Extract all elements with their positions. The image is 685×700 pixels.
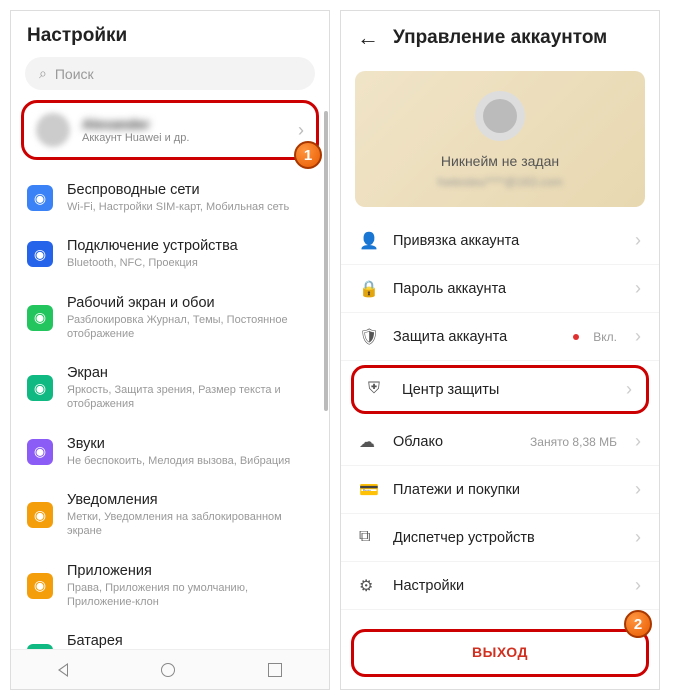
chevron-right-icon: › bbox=[635, 230, 641, 251]
list-item[interactable]: 💳 Платежи и покупки › bbox=[341, 466, 659, 514]
email-label: hwtesteu****@163.com bbox=[355, 175, 645, 189]
settings-row[interactable]: ◉ Беспроводные сети Wi-Fi, Настройки SIM… bbox=[11, 170, 329, 226]
chevron-right-icon: › bbox=[626, 379, 632, 400]
wifi-icon: ◉ bbox=[27, 185, 53, 211]
sound-icon: ◉ bbox=[27, 439, 53, 465]
list-item[interactable]: ⧉ Диспетчер устройств › bbox=[341, 514, 659, 562]
list-item[interactable]: 🔒 Пароль аккаунта › bbox=[341, 265, 659, 313]
row-label: Пароль аккаунта bbox=[393, 281, 621, 297]
chevron-right-icon: › bbox=[635, 326, 641, 347]
chevron-right-icon: › bbox=[635, 527, 641, 548]
device-icon: ◉ bbox=[27, 241, 53, 267]
row-label: Настройки bbox=[393, 578, 621, 594]
settings-row[interactable]: ◉ Экран Яркость, Защита зрения, Размер т… bbox=[11, 353, 329, 424]
account-management-panel: ← Управление аккаунтом Никнейм не задан … bbox=[340, 10, 660, 690]
search-input[interactable]: ⌕ Поиск bbox=[25, 57, 315, 90]
list-item[interactable]: ☁ Облако Занято 8,38 МБ › bbox=[341, 418, 659, 466]
settings-row[interactable]: ◉ Подключение устройства Bluetooth, NFC,… bbox=[11, 226, 329, 282]
row-label: Центр защиты bbox=[402, 382, 612, 398]
avatar bbox=[475, 91, 525, 141]
settings-row[interactable]: ◉ Уведомления Метки, Уведомления на забл… bbox=[11, 480, 329, 551]
alert-dot-icon bbox=[573, 334, 579, 340]
scrollbar[interactable] bbox=[324, 111, 328, 411]
settings-row[interactable]: ◉ Рабочий экран и обои Разблокировка Жур… bbox=[11, 283, 329, 354]
account-row[interactable]: Alexander Аккаунт Huawei и др. › 1 bbox=[21, 100, 319, 160]
list-item[interactable]: ⚙ Настройки › bbox=[341, 562, 659, 610]
row-sub: Яркость, Защита зрения, Размер текста и … bbox=[67, 383, 313, 412]
row-title: Приложения bbox=[67, 563, 313, 579]
row-icon: ⛨ bbox=[368, 380, 388, 400]
nickname-label: Никнейм не задан bbox=[355, 153, 645, 169]
row-label: Облако bbox=[393, 434, 516, 450]
row-label: Защита аккаунта bbox=[393, 329, 555, 345]
row-sub: Не беспокоить, Мелодия вызова, Вибрация bbox=[67, 454, 313, 468]
row-sub: Bluetooth, NFC, Проекция bbox=[67, 256, 313, 270]
logout-label: ВЫХОД bbox=[472, 644, 528, 660]
row-icon: ⧉ bbox=[359, 528, 379, 548]
row-title: Экран bbox=[67, 365, 313, 381]
account-sub: Аккаунт Huawei и др. bbox=[82, 132, 189, 144]
logout-button[interactable]: ВЫХОД 2 bbox=[351, 629, 649, 677]
back-icon[interactable]: ← bbox=[357, 25, 379, 51]
home-icon: ◉ bbox=[27, 305, 53, 331]
row-icon: ⚙ bbox=[359, 576, 379, 596]
row-icon: 👤 bbox=[359, 231, 379, 251]
row-icon: ☁ bbox=[359, 432, 379, 452]
row-title: Батарея bbox=[67, 633, 313, 649]
row-label: Привязка аккаунта bbox=[393, 233, 621, 249]
list-item[interactable]: 🛡 Защита аккаунта Вкл. › bbox=[341, 313, 659, 361]
chevron-right-icon: › bbox=[635, 278, 641, 299]
row-icon: 🛡 bbox=[359, 327, 379, 347]
page-title: Настройки bbox=[11, 11, 329, 57]
settings-row[interactable]: ◉ Звуки Не беспокоить, Мелодия вызова, В… bbox=[11, 424, 329, 480]
step-badge-2: 2 bbox=[624, 610, 652, 638]
row-title: Подключение устройства bbox=[67, 238, 313, 254]
step-badge-1: 1 bbox=[294, 141, 322, 169]
row-label: Диспетчер устройств bbox=[393, 530, 621, 546]
nav-recent-icon[interactable] bbox=[268, 663, 282, 677]
row-title: Звуки bbox=[67, 436, 313, 452]
row-sub: Wi-Fi, Настройки SIM-карт, Мобильная сет… bbox=[67, 200, 313, 214]
settings-row[interactable]: ◉ Приложения Права, Приложения по умолча… bbox=[11, 551, 329, 622]
nav-back-icon[interactable] bbox=[58, 663, 68, 677]
security-center-highlight: ⛨ Центр защиты › bbox=[351, 365, 649, 414]
row-title: Беспроводные сети bbox=[67, 182, 313, 198]
row-sub: Права, Приложения по умолчанию, Приложен… bbox=[67, 581, 313, 610]
search-placeholder: Поиск bbox=[55, 66, 94, 82]
apps-icon: ◉ bbox=[27, 573, 53, 599]
chevron-right-icon: › bbox=[298, 120, 304, 141]
bell-icon: ◉ bbox=[27, 502, 53, 528]
nav-home-icon[interactable] bbox=[161, 663, 175, 677]
search-icon: ⌕ bbox=[39, 65, 47, 82]
list-item[interactable]: ⛨ Центр защиты › bbox=[354, 368, 646, 411]
row-sub: Метки, Уведомления на заблокированном эк… bbox=[67, 510, 313, 539]
list-item[interactable]: 👤 Привязка аккаунта › bbox=[341, 217, 659, 265]
nav-bar bbox=[11, 649, 329, 689]
row-title: Уведомления bbox=[67, 492, 313, 508]
row-label: Платежи и покупки bbox=[393, 482, 621, 498]
settings-panel: Настройки ⌕ Поиск Alexander Аккаунт Huaw… bbox=[10, 10, 330, 690]
row-icon: 🔒 bbox=[359, 279, 379, 299]
chevron-right-icon: › bbox=[635, 575, 641, 596]
chevron-right-icon: › bbox=[635, 479, 641, 500]
row-icon: 💳 bbox=[359, 480, 379, 500]
account-card: Никнейм не задан hwtesteu****@163.com bbox=[355, 71, 645, 207]
avatar bbox=[36, 113, 70, 147]
account-name: Alexander bbox=[82, 116, 189, 132]
row-title: Рабочий экран и обои bbox=[67, 295, 313, 311]
page-title: Управление аккаунтом bbox=[393, 27, 607, 49]
row-value: Вкл. bbox=[593, 330, 617, 344]
row-sub: Разблокировка Журнал, Темы, Постоянное о… bbox=[67, 313, 313, 342]
row-value: Занято 8,38 МБ bbox=[530, 435, 617, 449]
chevron-right-icon: › bbox=[635, 431, 641, 452]
screen-icon: ◉ bbox=[27, 375, 53, 401]
